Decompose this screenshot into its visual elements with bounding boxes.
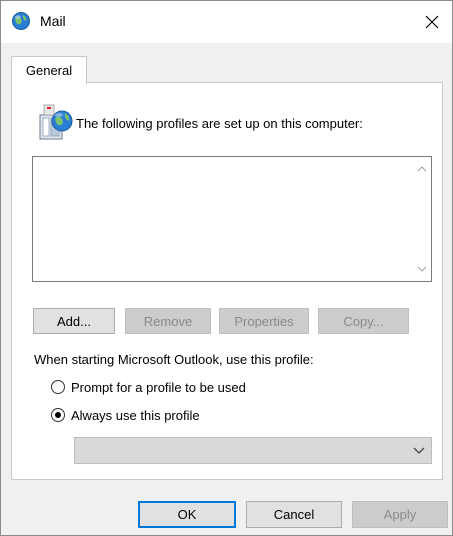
add-button-label: Add...: [57, 313, 91, 329]
close-icon: [425, 15, 439, 29]
cancel-button-label: Cancel: [273, 507, 315, 522]
add-button[interactable]: Add...: [33, 308, 115, 334]
tab-general-label: General: [25, 63, 73, 78]
ok-button-label: OK: [177, 507, 197, 522]
prompt-profile-label[interactable]: Prompt for a profile to be used: [71, 380, 246, 395]
scroll-up-arrow-icon[interactable]: [417, 165, 427, 173]
cancel-button[interactable]: Cancel: [246, 501, 342, 528]
always-use-profile-radio[interactable]: [51, 408, 65, 422]
window-title: Mail: [40, 13, 66, 29]
mail-dialog: Mail General The following profiles are …: [0, 0, 453, 536]
copy-button-label: Copy...: [343, 313, 384, 329]
close-button[interactable]: [412, 1, 452, 43]
properties-button[interactable]: Properties: [219, 308, 309, 334]
profiles-heading: The following profiles are set up on thi…: [76, 116, 363, 131]
always-use-profile-label[interactable]: Always use this profile: [71, 408, 200, 423]
title-bar: Mail: [1, 1, 452, 43]
scroll-down-arrow-icon[interactable]: [417, 265, 427, 273]
profiles-computer-icon: [39, 104, 73, 140]
apply-button[interactable]: Apply: [352, 501, 448, 528]
remove-button[interactable]: Remove: [125, 308, 211, 334]
profiles-list[interactable]: [32, 156, 432, 282]
chevron-down-icon: [413, 447, 425, 454]
radio-selected-dot: [55, 412, 61, 418]
prompt-profile-radio[interactable]: [51, 380, 65, 394]
startup-profile-prompt: When starting Microsoft Outlook, use thi…: [34, 352, 314, 367]
mail-globe-icon: [12, 12, 30, 30]
general-tab-panel: The following profiles are set up on thi…: [11, 82, 443, 480]
remove-button-label: Remove: [143, 313, 193, 329]
copy-button[interactable]: Copy...: [318, 308, 409, 334]
ok-button[interactable]: OK: [138, 501, 236, 528]
tab-general[interactable]: General: [11, 56, 87, 84]
profile-combo[interactable]: [74, 437, 432, 464]
properties-button-label: Properties: [234, 313, 294, 329]
apply-button-label: Apply: [383, 507, 417, 522]
